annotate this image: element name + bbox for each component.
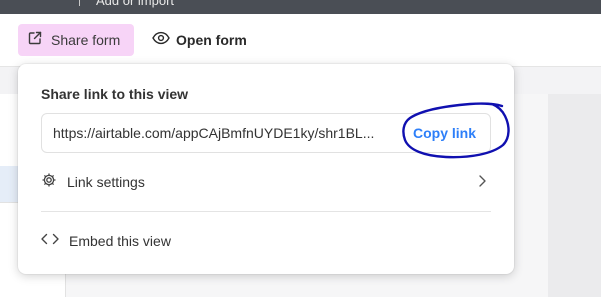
top-bar: Add or import: [0, 0, 601, 14]
share-form-label: Share form: [51, 32, 121, 48]
link-settings-row[interactable]: Link settings: [41, 168, 491, 196]
share-link-field[interactable]: https://airtable.com/appCAjBmfnUYDE1ky/s…: [41, 113, 491, 153]
eye-icon: [152, 31, 170, 50]
topbar-separator: [79, 0, 80, 6]
chevron-right-icon: [477, 174, 487, 193]
background-form-card: [548, 94, 601, 297]
external-link-icon: [27, 30, 43, 51]
open-form-button[interactable]: Open form: [152, 24, 247, 56]
gear-icon: [41, 172, 57, 193]
share-link-url[interactable]: https://airtable.com/appCAjBmfnUYDE1ky/s…: [53, 125, 393, 141]
copy-link-button[interactable]: Copy link: [413, 125, 476, 141]
code-brackets-icon: [41, 232, 59, 250]
link-settings-label: Link settings: [67, 174, 145, 190]
popover-title: Share link to this view: [41, 86, 189, 102]
embed-view-row[interactable]: Embed this view: [41, 227, 171, 255]
share-form-button[interactable]: Share form: [18, 24, 134, 56]
background-selected-item: [0, 166, 18, 202]
share-popover: Share link to this view https://airtable…: [18, 64, 514, 274]
view-toolbar: Share form Open form: [0, 14, 601, 66]
add-or-import-label[interactable]: Add or import: [96, 0, 174, 8]
popover-divider: [41, 211, 491, 212]
open-form-label: Open form: [176, 32, 247, 48]
embed-view-label: Embed this view: [69, 233, 171, 249]
